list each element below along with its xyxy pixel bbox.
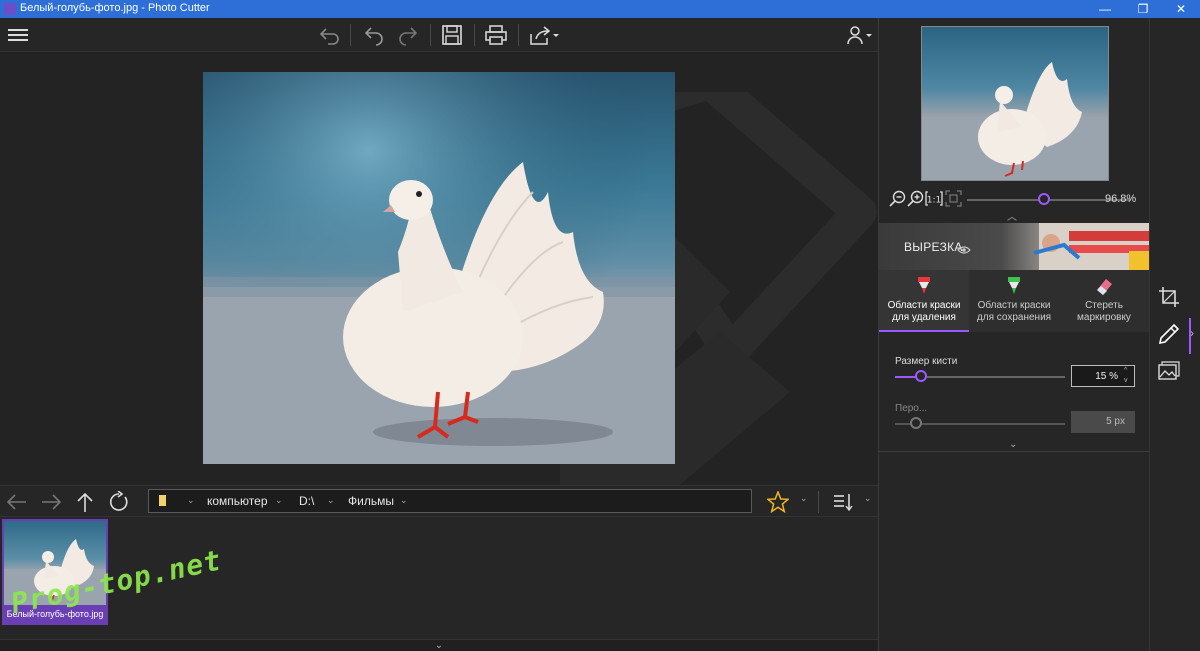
crop-icon[interactable] (1158, 286, 1180, 308)
breadcrumb-computer[interactable]: компьютер (207, 494, 268, 508)
dove-photo[interactable] (203, 72, 675, 464)
close-button[interactable]: ✕ (1162, 0, 1200, 18)
user-icon[interactable] (846, 24, 874, 46)
undo-all-icon[interactable] (318, 24, 342, 46)
chevron-down-icon[interactable]: ⌄ (327, 495, 335, 506)
title-bar: Белый-голубь-фото.jpg - Photo Cutter — ❐… (0, 0, 1200, 18)
breadcrumb-folder[interactable]: Фильмы (348, 494, 394, 508)
zoom-in-icon[interactable] (907, 190, 924, 207)
zoom-out-icon[interactable] (889, 190, 906, 207)
svg-text:1:1: 1:1 (927, 196, 941, 206)
chevron-down-icon[interactable]: ⌄ (187, 495, 195, 506)
path-bar[interactable]: ⌄ компьютер ⌄ D:\ ⌄ Фильмы ⌄ (148, 489, 752, 513)
feather-label: Перо... (895, 403, 928, 414)
star-icon[interactable] (766, 489, 790, 514)
minimize-button[interactable]: — (1086, 0, 1124, 18)
redo-icon[interactable] (396, 24, 420, 46)
sort-list-icon[interactable] (832, 491, 854, 513)
tab-label-line1: Области краски (887, 300, 961, 311)
cut-section-header[interactable]: ВЫРЕЗКА (879, 223, 1150, 270)
up-arrow-icon[interactable] (74, 491, 96, 513)
chevron-down-icon[interactable]: ⌄ (864, 493, 872, 504)
tab-label-line2: для сохранения (976, 312, 1052, 323)
folder-icon (159, 495, 166, 506)
navigation-bar: ⌄ компьютер ⌄ D:\ ⌄ Фильмы ⌄ ⌄ ⌄ (0, 485, 878, 517)
share-icon[interactable] (528, 24, 560, 46)
print-icon[interactable] (484, 24, 508, 46)
forward-arrow-icon[interactable] (40, 491, 62, 513)
brush-size-label: Размер кисти (895, 356, 958, 367)
tab-label-line1: Области краски (977, 300, 1051, 311)
chevron-down-icon[interactable]: ⌄ (435, 640, 443, 651)
filmstrip-toggle[interactable]: ⌄ (0, 639, 878, 651)
tab-paint-remove[interactable]: Области краски для удаления (879, 270, 969, 332)
tool-rail: › (1149, 18, 1200, 651)
feather-handle (909, 417, 922, 429)
chevron-right-icon[interactable]: › (1190, 326, 1194, 340)
brush-size-handle[interactable] (914, 370, 927, 382)
brush-size-stepper[interactable]: ^ v (1124, 366, 1128, 386)
window-title: Белый-голубь-фото.jpg - Photo Cutter (20, 2, 210, 14)
green-marker-icon (1008, 277, 1020, 294)
background-image-icon[interactable] (1158, 361, 1180, 383)
fit-to-window-icon[interactable] (945, 190, 962, 207)
tab-label-line2: для удаления (892, 312, 956, 323)
back-arrow-icon[interactable] (6, 491, 28, 513)
eraser-icon (1097, 279, 1112, 295)
tab-paint-keep[interactable]: Области краски для сохранения (969, 270, 1059, 332)
undo-icon[interactable] (362, 24, 386, 46)
image-canvas[interactable] (0, 52, 878, 485)
right-panel: 1:1 96.8% ︿ ВЫРЕЗКА Области краски для уд… (878, 18, 1150, 651)
brush-tool-icon[interactable] (1158, 323, 1180, 345)
zoom-value: 96.8% (1105, 193, 1137, 205)
maximize-button[interactable]: ❐ (1124, 0, 1162, 18)
eye-icon[interactable] (957, 242, 971, 254)
refresh-icon[interactable] (108, 490, 130, 513)
save-icon[interactable] (440, 24, 464, 46)
chevron-up-icon[interactable]: ︿ (1007, 208, 1017, 223)
chevron-down-icon[interactable]: ⌄ (800, 493, 808, 504)
feather-input: 5 px (1071, 411, 1135, 433)
navigator-preview[interactable] (921, 26, 1109, 181)
panel-divider (879, 451, 1150, 452)
chevron-down-icon[interactable]: ⌄ (400, 495, 408, 506)
mode-tabs: Области краски для удаления Области краск… (879, 270, 1150, 332)
chevron-down-icon[interactable]: ⌄ (275, 495, 283, 506)
actual-size-icon[interactable]: 1:1 (925, 190, 943, 207)
main-toolbar (0, 18, 878, 52)
chevron-down-icon[interactable]: ⌄ (1009, 439, 1017, 450)
cut-section-title: ВЫРЕЗКА (904, 240, 963, 254)
menu-icon[interactable] (6, 24, 30, 46)
app-icon (4, 3, 16, 15)
tab-label-line1: Стереть маркировку (1077, 300, 1131, 323)
zoom-slider-handle[interactable] (1038, 193, 1051, 205)
red-marker-icon (918, 277, 930, 294)
tab-erase-marking[interactable]: Стереть маркировку (1059, 270, 1150, 332)
breadcrumb-drive[interactable]: D:\ (299, 494, 314, 508)
